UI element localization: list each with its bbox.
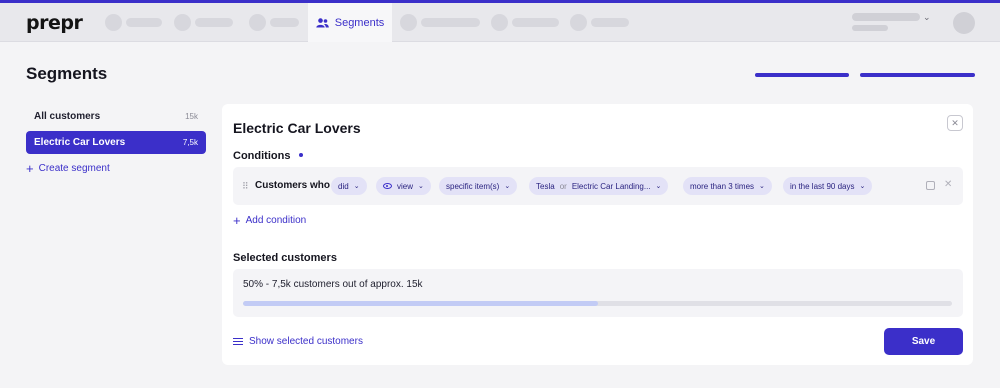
sidebar-item-all-customers[interactable]: All customers 15k — [26, 105, 206, 128]
chip-item: Electric Car Landing... — [571, 181, 651, 191]
close-icon[interactable]: ✕ — [947, 115, 963, 131]
plus-icon: + — [26, 160, 34, 176]
header-action-placeholder-1[interactable] — [755, 73, 849, 77]
condition-row: ⠿ Customers who did ⌄ view ⌄ specific it… — [233, 167, 963, 205]
segment-editor-card: Electric Car Lovers ✕ Conditions ⠿ Custo… — [222, 104, 973, 365]
chevron-down-icon: ⌄ — [353, 183, 360, 190]
chevron-down-icon: ⌄ — [504, 183, 511, 190]
item-type-select[interactable]: specific item(s) ⌄ — [439, 177, 518, 195]
required-dot-icon — [299, 153, 303, 157]
create-segment-label: Create segment — [38, 163, 110, 174]
chip-item: Tesla — [536, 181, 555, 191]
chevron-down-icon: ⌄ — [859, 183, 866, 190]
chip-label: in the last 90 days — [790, 181, 855, 191]
selection-progress-bar — [243, 301, 952, 306]
sidebar-item-label: All customers — [34, 111, 101, 122]
avatar[interactable] — [953, 12, 975, 34]
items-select[interactable]: Tesla or Electric Car Landing... ⌄ — [529, 177, 669, 195]
sidebar-item-label: Electric Car Lovers — [34, 137, 126, 148]
selected-summary: 50% - 7,5k customers out of approx. 15k — [243, 279, 423, 290]
nav-item-placeholder-2[interactable] — [174, 14, 233, 31]
list-icon — [233, 337, 243, 346]
show-selected-label: Show selected customers — [249, 336, 363, 347]
chevron-down-icon[interactable]: ⌄ — [923, 12, 931, 23]
user-name-placeholder[interactable] — [852, 13, 920, 21]
duplicate-icon[interactable] — [926, 181, 935, 190]
chip-label: view — [397, 181, 414, 191]
frequency-select[interactable]: more than 3 times ⌄ — [683, 177, 772, 195]
add-condition-button[interactable]: + Add condition — [233, 212, 307, 228]
selection-progress-fill — [243, 301, 598, 306]
sidebar-item-count: 7,5k — [182, 138, 198, 147]
remove-icon[interactable]: ✕ — [944, 179, 952, 190]
nav-item-placeholder-1[interactable] — [105, 14, 162, 31]
sidebar-item-count: 15k — [185, 112, 198, 121]
chevron-down-icon: ⌄ — [418, 183, 424, 190]
chip-label: more than 3 times — [690, 181, 755, 191]
create-segment-link[interactable]: + Create segment — [26, 160, 110, 176]
add-condition-label: Add condition — [245, 215, 307, 226]
prepr-logo[interactable]: prepr — [26, 12, 83, 34]
nav-item-label: Segments — [334, 16, 385, 29]
nav-item-segments[interactable]: Segments — [308, 3, 392, 42]
chip-label: did — [338, 181, 349, 191]
nav-item-placeholder-6[interactable] — [570, 14, 629, 31]
plus-icon: + — [233, 212, 241, 228]
header-action-placeholder-2[interactable] — [860, 73, 975, 77]
condition-lead-text: Customers who — [255, 180, 331, 191]
top-navigation-bar: prepr Segments ⌄ — [0, 3, 1000, 42]
segment-title: Electric Car Lovers — [233, 120, 361, 136]
period-select[interactable]: in the last 90 days ⌄ — [783, 177, 873, 195]
chevron-down-icon: ⌄ — [655, 183, 662, 190]
user-role-placeholder — [852, 25, 888, 31]
chevron-down-icon: ⌄ — [759, 183, 765, 190]
did-select[interactable]: did ⌄ — [331, 177, 367, 195]
drag-handle-icon[interactable]: ⠿ — [242, 181, 249, 192]
save-button[interactable]: Save — [884, 328, 963, 355]
page-title: Segments — [26, 64, 108, 83]
selected-customers-panel: 50% - 7,5k customers out of approx. 15k — [233, 269, 963, 317]
sidebar-item-electric-car-lovers[interactable]: Electric Car Lovers 7,5k — [26, 131, 206, 154]
nav-item-placeholder-4[interactable] — [400, 14, 480, 31]
conditions-heading: Conditions — [233, 150, 291, 162]
show-selected-customers-link[interactable]: Show selected customers — [233, 336, 363, 347]
nav-item-placeholder-3[interactable] — [249, 14, 299, 31]
users-icon — [316, 17, 329, 27]
eye-icon — [383, 183, 392, 189]
chip-label: specific item(s) — [446, 181, 500, 191]
action-select[interactable]: view ⌄ — [376, 177, 431, 195]
chip-or: or — [559, 181, 567, 191]
selected-customers-heading: Selected customers — [233, 252, 337, 264]
nav-item-placeholder-5[interactable] — [491, 14, 559, 31]
